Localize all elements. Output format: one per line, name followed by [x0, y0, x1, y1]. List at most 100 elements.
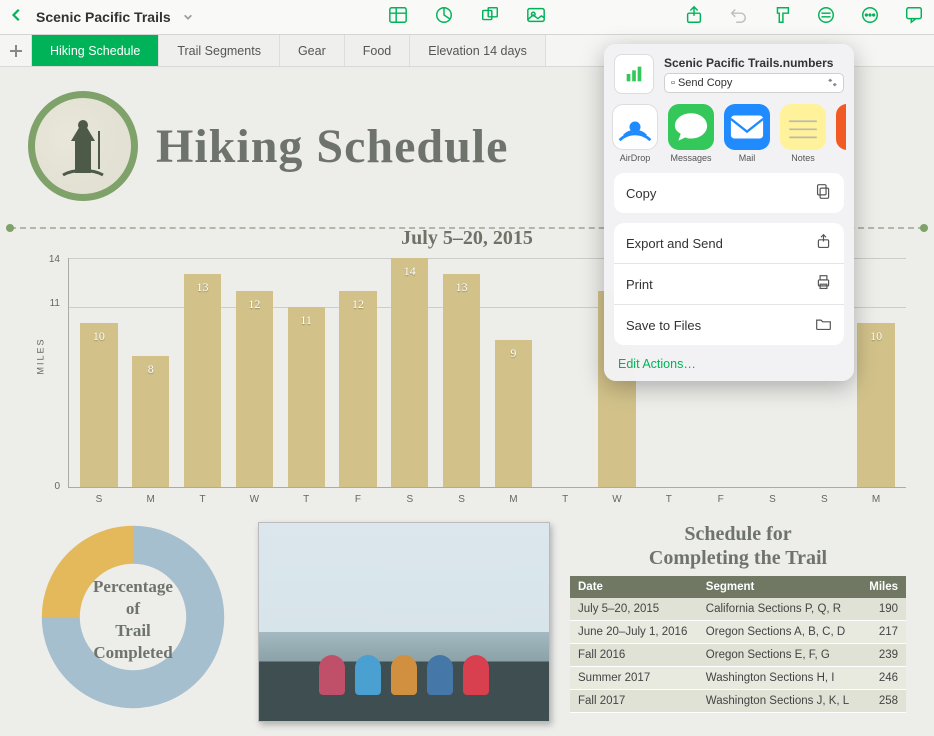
edit-actions-link[interactable]: Edit Actions…	[614, 355, 844, 375]
share-app-airdrop[interactable]: AirDrop	[612, 104, 658, 163]
action-label: Copy	[626, 186, 656, 201]
y-tick: 0	[54, 481, 60, 492]
bar[interactable]: 13	[184, 274, 221, 487]
share-button[interactable]	[684, 5, 704, 30]
table-cell: June 20–July 1, 2016	[570, 621, 698, 644]
bar[interactable]: 12	[236, 291, 273, 487]
x-tick: S	[436, 494, 488, 505]
share-action-export-and-send[interactable]: Export and Send	[614, 223, 844, 264]
table-row[interactable]: June 20–July 1, 2016Oregon Sections A, B…	[570, 621, 906, 644]
table-cell: 190	[860, 598, 906, 621]
notes-icon	[780, 104, 826, 150]
table-row[interactable]: Fall 2016Oregon Sections E, F, G239	[570, 644, 906, 667]
completion-donut-chart[interactable]: Percentage of Trail Completed	[28, 522, 238, 717]
donut-center-label: Percentage of Trail Completed	[28, 576, 238, 664]
insert-media-button[interactable]	[526, 5, 546, 30]
sheet-tab[interactable]: Food	[345, 35, 411, 66]
share-app-notes[interactable]: Notes	[780, 104, 826, 163]
x-tick: M	[488, 494, 540, 505]
y-tick: 14	[49, 254, 60, 265]
share-action-print[interactable]: Print	[614, 264, 844, 305]
sheet-tab[interactable]: Hiking Schedule	[32, 35, 159, 66]
undo-button[interactable]	[728, 5, 748, 30]
back-button[interactable]	[10, 8, 24, 27]
fr-icon	[836, 104, 846, 150]
mail-icon	[724, 104, 770, 150]
table-cell: Oregon Sections E, F, G	[698, 644, 861, 667]
airdrop-icon	[612, 104, 658, 150]
x-tick: W	[228, 494, 280, 505]
format-brush-button[interactable]	[772, 5, 792, 30]
table-cell: Oregon Sections A, B, C, D	[698, 621, 861, 644]
style-button[interactable]	[816, 5, 836, 30]
table-cell: July 5–20, 2015	[570, 598, 698, 621]
insert-chart-button[interactable]	[434, 5, 454, 30]
share-app-label: Mail	[724, 153, 770, 163]
numbers-app-icon	[614, 54, 654, 94]
document-title[interactable]: Scenic Pacific Trails	[36, 9, 171, 25]
table-cell: California Sections P, Q, R	[698, 598, 861, 621]
more-button[interactable]	[860, 5, 880, 30]
bar-value: 9	[495, 346, 532, 361]
sheet-tab[interactable]: Gear	[280, 35, 345, 66]
table-cell: Summer 2017	[570, 667, 698, 690]
sheet-tab[interactable]: Trail Segments	[159, 35, 280, 66]
insert-shape-button[interactable]	[480, 5, 500, 30]
table-header[interactable]: Miles	[860, 576, 906, 598]
bar[interactable]: 12	[339, 291, 376, 487]
x-tick: W	[591, 494, 643, 505]
share-action-copy[interactable]: Copy	[614, 173, 844, 213]
table-cell: 246	[860, 667, 906, 690]
bar-value: 8	[132, 362, 169, 377]
bar-value: 14	[391, 264, 428, 279]
bar-value: 12	[236, 297, 273, 312]
bar[interactable]: 10	[857, 323, 894, 487]
bar-value: 10	[857, 329, 894, 344]
x-tick: T	[539, 494, 591, 505]
bar[interactable]: 10	[80, 323, 117, 487]
bar[interactable]: 8	[132, 356, 169, 487]
bar-value: 12	[339, 297, 376, 312]
x-tick: T	[280, 494, 332, 505]
y-tick: 11	[50, 298, 60, 309]
x-tick: S	[747, 494, 799, 505]
sheet-tab[interactable]: Elevation 14 days	[410, 35, 546, 66]
trail-logo	[28, 91, 138, 201]
table-row[interactable]: Fall 2017Washington Sections J, K, L258	[570, 690, 906, 713]
export-icon	[815, 233, 832, 253]
table-row[interactable]: July 5–20, 2015California Sections P, Q,…	[570, 598, 906, 621]
x-tick: M	[125, 494, 177, 505]
schedule-table[interactable]: DateSegmentMiles July 5–20, 2015Californ…	[570, 576, 906, 713]
copy-icon	[815, 183, 832, 203]
share-app-mail[interactable]: Mail	[724, 104, 770, 163]
bar[interactable]: 9	[495, 340, 532, 487]
x-tick: T	[177, 494, 229, 505]
add-sheet-button[interactable]	[0, 35, 32, 66]
share-action-save-to-files[interactable]: Save to Files	[614, 305, 844, 345]
bar[interactable]: 14	[391, 258, 428, 487]
insert-table-button[interactable]	[388, 5, 408, 30]
share-app-label: Notes	[780, 153, 826, 163]
table-row[interactable]: Summer 2017Washington Sections H, I246	[570, 667, 906, 690]
table-header[interactable]: Segment	[698, 576, 861, 598]
beach-photo[interactable]	[258, 522, 550, 722]
bar[interactable]: 13	[443, 274, 480, 487]
x-tick: T	[643, 494, 695, 505]
top-toolbar: Scenic Pacific Trails	[0, 0, 934, 35]
table-header[interactable]: Date	[570, 576, 698, 598]
share-app-fr[interactable]: Fr	[836, 104, 846, 163]
page-title: Hiking Schedule	[156, 119, 508, 174]
table-cell: Washington Sections H, I	[698, 667, 861, 690]
x-tick: M	[850, 494, 902, 505]
table-cell: Fall 2016	[570, 644, 698, 667]
bar-value: 13	[443, 280, 480, 295]
bar-value: 10	[80, 329, 117, 344]
x-tick: S	[73, 494, 125, 505]
share-sheet-popover: Scenic Pacific Trails.numbers ▫ Send Cop…	[604, 44, 854, 381]
comment-button[interactable]	[904, 5, 924, 30]
chevron-down-icon[interactable]	[183, 12, 193, 22]
share-app-messages[interactable]: Messages	[668, 104, 714, 163]
send-copy-dropdown[interactable]: ▫ Send Copy	[664, 73, 844, 93]
x-tick: F	[695, 494, 747, 505]
bar[interactable]: 11	[288, 307, 325, 487]
